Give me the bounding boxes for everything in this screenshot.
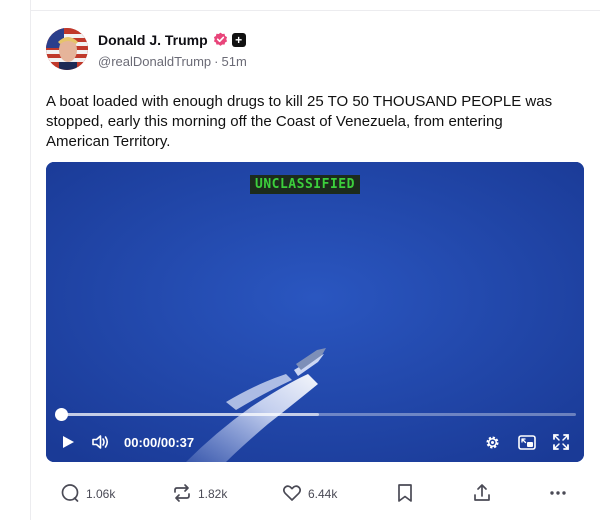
bookmark-icon [396, 483, 414, 506]
avatar[interactable] [46, 28, 88, 70]
repost-button[interactable]: 1.82k [172, 483, 227, 505]
reply-count: 1.06k [86, 487, 116, 501]
share-button[interactable] [472, 483, 492, 505]
repost-count: 1.82k [198, 487, 228, 501]
display-name[interactable]: Donald J. Trump [98, 32, 208, 48]
post-actions: 1.06k 1.82k 6.44k [46, 483, 584, 505]
video-controls: 00:00/00:37 [46, 430, 584, 454]
video-frame [46, 162, 584, 462]
share-icon [472, 483, 492, 506]
heart-icon [282, 483, 302, 506]
video-time: 00:00/00:37 [124, 435, 195, 450]
reply-button[interactable]: 1.06k [60, 483, 115, 505]
timestamp[interactable]: 51m [222, 54, 247, 69]
separator: · [214, 53, 219, 69]
verified-badge-icon [213, 32, 228, 47]
feed-left-border [30, 0, 31, 520]
fullscreen-icon[interactable] [550, 430, 572, 454]
play-icon[interactable] [58, 430, 78, 454]
post-text: A boat loaded with enough drugs to kill … [46, 93, 553, 150]
like-count: 6.44k [308, 487, 338, 501]
volume-icon[interactable] [90, 430, 112, 454]
classification-overlay: UNCLASSIFIED [250, 175, 360, 194]
progress-track[interactable] [62, 413, 576, 416]
more-button[interactable] [548, 483, 568, 505]
picture-in-picture-icon[interactable] [516, 430, 538, 454]
feed-top-divider [30, 10, 600, 11]
plus-badge-icon: + [231, 32, 246, 47]
more-icon [548, 483, 568, 506]
buffered-bar [62, 413, 319, 416]
handle-row: @realDonaldTrump · 51m [98, 54, 247, 69]
bookmark-button[interactable] [396, 483, 414, 505]
progress-thumb[interactable] [55, 408, 68, 421]
gear-icon[interactable] [482, 430, 502, 454]
video-player[interactable]: UNCLASSIFIED 00:00/00:37 [46, 162, 584, 462]
post-header: Donald J. Trump + @realDonaldTrump · 51m [46, 28, 247, 70]
repost-icon [172, 483, 192, 506]
like-button[interactable]: 6.44k [282, 483, 337, 505]
handle[interactable]: @realDonaldTrump [98, 54, 211, 69]
speech-bubble-icon [60, 483, 80, 506]
